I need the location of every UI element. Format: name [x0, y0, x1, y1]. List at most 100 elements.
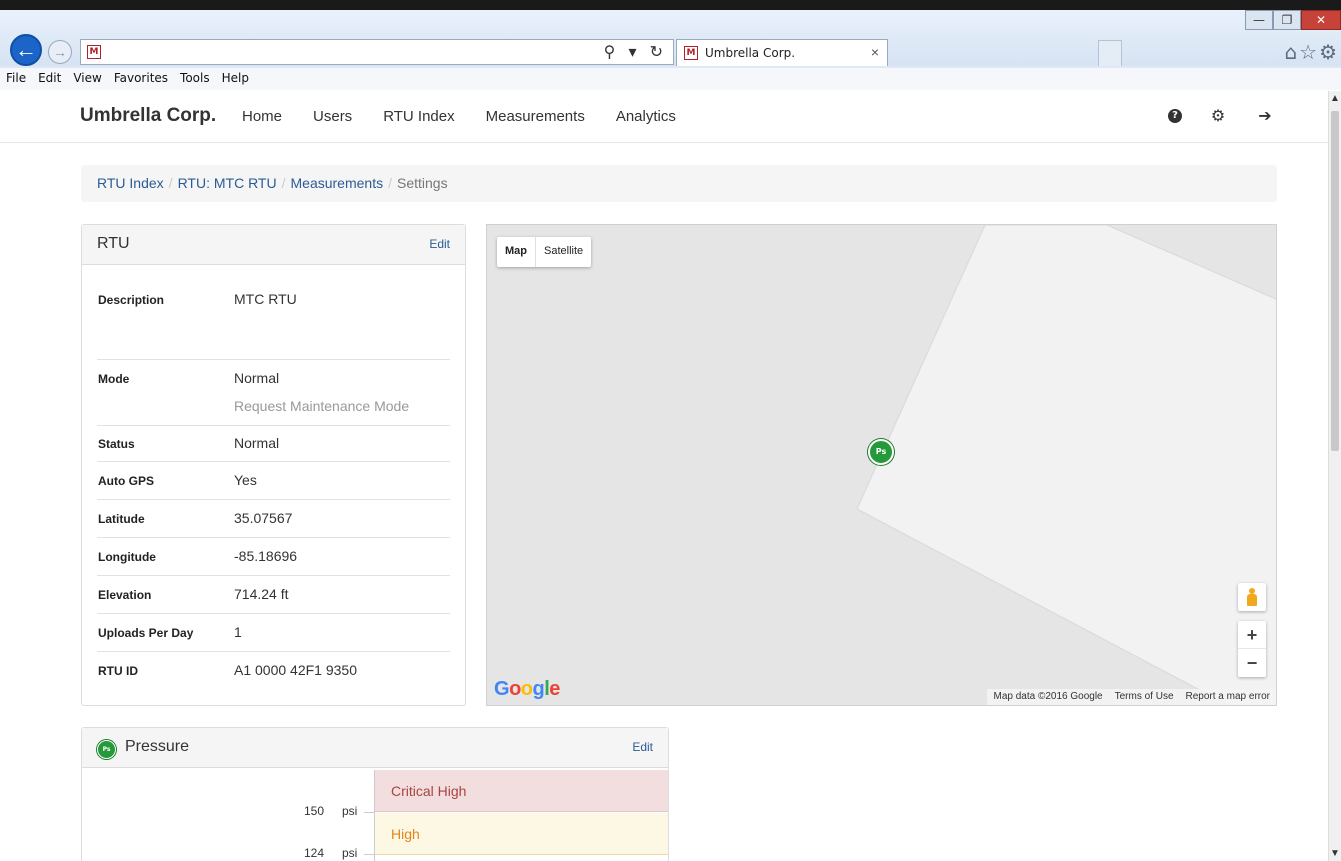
row-value: Normal	[234, 370, 280, 386]
map-attribution: Map data ©2016 Google Terms of Use Repor…	[987, 689, 1276, 705]
row-mode: Mode Normal Request Maintenance Mode	[97, 360, 450, 426]
breadcrumb-separator: /	[388, 175, 392, 191]
band-critical-high[interactable]: Critical High	[375, 770, 668, 812]
navbar-icons: ? ⚙ ➔	[1143, 105, 1276, 127]
row-label: Description	[98, 293, 165, 307]
row-label: Status	[98, 437, 135, 451]
report-map-error-link[interactable]: Report a map error	[1180, 689, 1276, 705]
browser-tab[interactable]: M Umbrella Corp. ×	[676, 39, 888, 66]
row-label: Longitude	[98, 550, 156, 564]
breadcrumb-rtu-index[interactable]: RTU Index	[97, 175, 164, 191]
breadcrumb-rtu[interactable]: RTU: MTC RTU	[178, 175, 277, 191]
logo-letter: g	[532, 678, 545, 700]
row-status: Status Normal	[97, 426, 450, 462]
menu-view[interactable]: View	[67, 68, 107, 90]
rtu-panel-header: RTU Edit	[82, 225, 465, 265]
question-icon[interactable]: ?	[1168, 109, 1182, 123]
pressure-panel-header: Ps Pressure Edit	[82, 728, 668, 768]
close-window-button[interactable]: ✕	[1301, 10, 1341, 30]
menu-edit[interactable]: Edit	[32, 68, 67, 90]
row-value: 1	[234, 624, 242, 640]
restore-button[interactable]: ❐	[1273, 10, 1301, 30]
brand-logo[interactable]: Umbrella Corp.	[80, 105, 216, 127]
scroll-up-icon[interactable]: ▲	[1329, 93, 1341, 104]
forward-button[interactable]: →	[48, 40, 72, 64]
map-type-map-button[interactable]: Map	[497, 237, 536, 267]
row-value: Yes	[234, 472, 257, 488]
tab-close-icon[interactable]: ×	[871, 44, 879, 60]
breadcrumb-separator: /	[281, 175, 286, 191]
row-elevation: Elevation 714.24 ft	[97, 576, 450, 614]
minimize-button[interactable]: —	[1245, 10, 1273, 30]
row-label: Mode	[98, 372, 130, 386]
row-rtu-id: RTU ID A1 0000 42F1 9350	[97, 652, 450, 690]
nav-users[interactable]: Users	[313, 108, 352, 125]
new-tab-button[interactable]	[1098, 40, 1122, 66]
zoom-in-button[interactable]: +	[1238, 621, 1266, 649]
breadcrumb-measurements[interactable]: Measurements	[291, 175, 384, 191]
rtu-edit-link[interactable]: Edit	[429, 237, 450, 251]
tick-label: 124	[304, 846, 325, 860]
tab-title: Umbrella Corp.	[705, 46, 796, 60]
logo-letter: G	[494, 678, 510, 700]
tick-unit: psi	[342, 846, 358, 860]
map-type-control: Map Satellite	[497, 237, 592, 267]
gear-icon[interactable]: ⚙	[1207, 105, 1229, 127]
row-label: RTU ID	[98, 664, 138, 678]
request-maintenance-link[interactable]: Request Maintenance Mode	[234, 398, 409, 414]
pressure-panel-title: Pressure	[125, 738, 190, 755]
menu-help[interactable]: Help	[216, 68, 255, 90]
row-latitude: Latitude 35.07567	[97, 500, 450, 538]
back-button[interactable]: ←	[10, 34, 42, 66]
row-longitude: Longitude -85.18696	[97, 538, 450, 576]
page-scrollbar[interactable]: ▲ ▼	[1328, 91, 1341, 861]
pegman-body	[1247, 594, 1257, 606]
scrollbar-thumb[interactable]	[1331, 111, 1339, 451]
menu-favorites[interactable]: Favorites	[108, 68, 174, 90]
terms-of-use-link[interactable]: Terms of Use	[1109, 689, 1180, 705]
rtu-details: Description MTC RTU Mode Normal Request …	[97, 266, 450, 690]
map-marker-pressure[interactable]: Ps	[868, 439, 894, 465]
nav-home[interactable]: Home	[242, 108, 282, 125]
row-description: Description MTC RTU	[97, 266, 450, 360]
row-label: Uploads Per Day	[98, 626, 194, 640]
tab-favicon-icon: M	[684, 46, 698, 60]
breadcrumb-separator: /	[168, 175, 173, 191]
nav-measurements[interactable]: Measurements	[486, 108, 585, 125]
menu-tools[interactable]: Tools	[174, 68, 216, 90]
nav-rtu-index[interactable]: RTU Index	[383, 108, 454, 125]
nav-links: Home Users RTU Index Measurements Analyt…	[242, 108, 707, 125]
google-logo[interactable]: Google	[494, 678, 560, 701]
top-navbar: Umbrella Corp. Home Users RTU Index Meas…	[0, 91, 1328, 143]
map-terrain	[856, 225, 1276, 705]
location-map[interactable]: Map Satellite Ps + − Google Map data ©20…	[486, 224, 1277, 706]
street-view-pegman-icon[interactable]	[1238, 583, 1266, 611]
tick-unit: psi	[342, 804, 358, 818]
address-search-refresh-icons[interactable]: ⚲ ▾ ↻	[604, 42, 667, 61]
web-page: Umbrella Corp. Home Users RTU Index Meas…	[0, 91, 1328, 861]
zoom-out-button[interactable]: −	[1238, 649, 1266, 677]
logo-letter: e	[549, 678, 560, 700]
row-value: MTC RTU	[234, 291, 297, 307]
map-data-text: Map data ©2016 Google	[993, 691, 1103, 702]
menu-bar: File Edit View Favorites Tools Help	[0, 68, 1341, 90]
band-high[interactable]: High	[375, 813, 668, 855]
row-value: Normal	[234, 435, 280, 451]
site-favicon-icon: M	[87, 45, 101, 59]
map-type-satellite-button[interactable]: Satellite	[536, 237, 591, 267]
row-uploads-per-day: Uploads Per Day 1	[97, 614, 450, 652]
address-bar[interactable]: M ⚲ ▾ ↻	[80, 39, 674, 65]
menu-file[interactable]: File	[0, 68, 32, 90]
tick-label: 150	[304, 804, 325, 818]
nav-analytics[interactable]: Analytics	[616, 108, 676, 125]
rtu-panel-title: RTU	[97, 235, 130, 252]
row-value: 714.24 ft	[234, 586, 289, 602]
rtu-panel: RTU Edit Description MTC RTU Mode Normal…	[81, 224, 466, 706]
browser-chrome: ← → M ⚲ ▾ ↻ M Umbrella Corp. × — ❐ ✕ ⌂☆⚙…	[0, 0, 1341, 90]
zoom-control: + −	[1238, 621, 1266, 677]
home-favorites-settings-icons[interactable]: ⌂☆⚙	[1284, 40, 1339, 64]
pressure-edit-link[interactable]: Edit	[632, 740, 653, 754]
logout-icon[interactable]: ➔	[1254, 105, 1276, 127]
breadcrumb: RTU Index / RTU: MTC RTU / Measurements / Sett…	[81, 165, 1277, 202]
scroll-down-icon[interactable]: ▼	[1329, 848, 1341, 859]
